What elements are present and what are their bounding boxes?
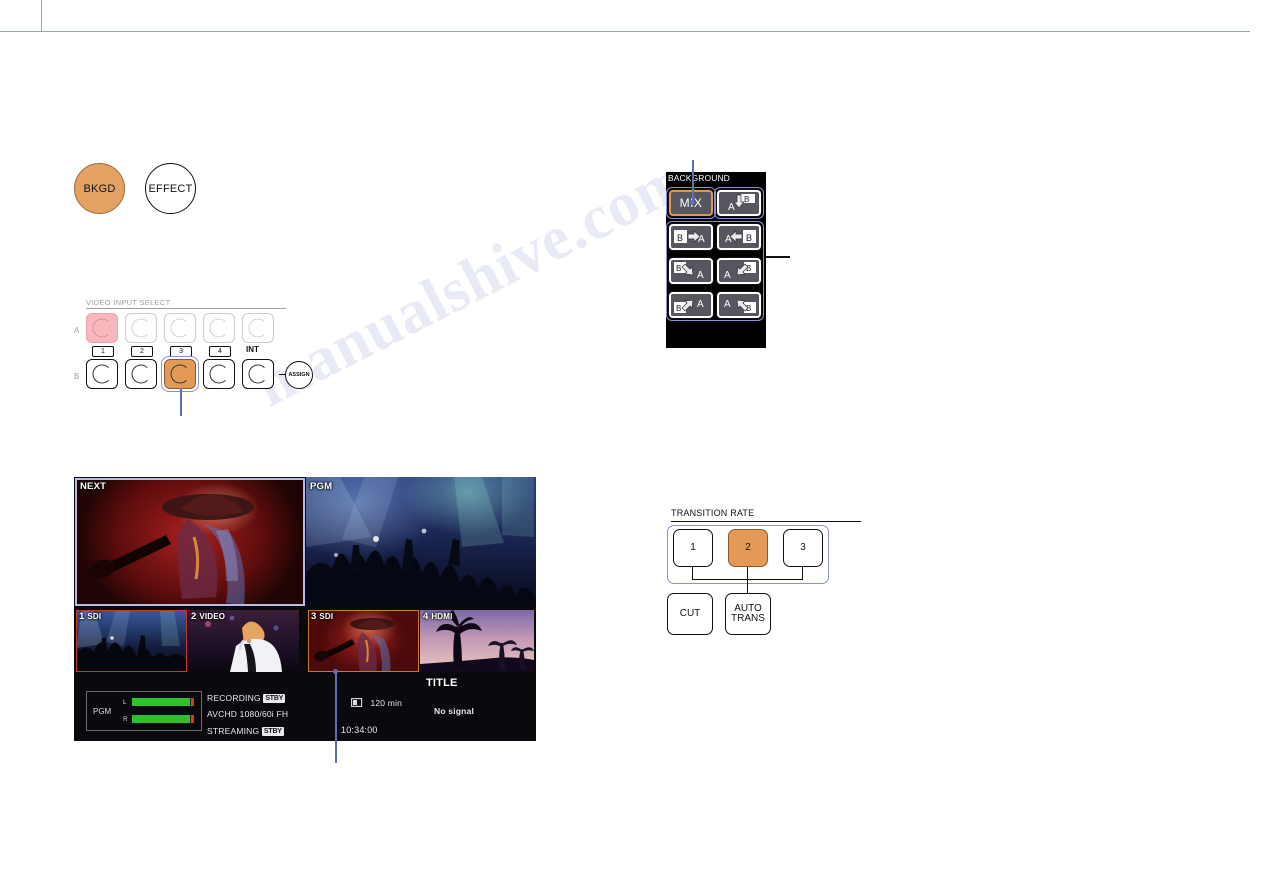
knob-icon — [131, 318, 151, 338]
pgm-preview-image — [306, 477, 536, 607]
transition-rate-panel: TRANSITION RATE 1 2 3 CUT AUTO TRANS — [667, 508, 867, 638]
knob-icon — [92, 318, 112, 338]
callout-dot-mix — [690, 200, 695, 205]
transition-rate-caption-rule — [671, 521, 861, 522]
auto-trans-button[interactable]: AUTO TRANS — [725, 593, 771, 635]
connector-rate2-to-auto — [747, 567, 749, 595]
input-b-2-button[interactable] — [125, 359, 157, 389]
clock-display: 10:34:00 — [341, 725, 378, 735]
thumbnail-3-label: 3 SDI — [311, 611, 333, 622]
header-rule-vertical — [41, 0, 42, 31]
pattern-wipe-top-ring — [714, 187, 764, 219]
row-b-label: B — [74, 372, 80, 381]
thumbnail-2-label: 2 VIDEO — [191, 611, 225, 622]
input-int-label: INT — [246, 345, 259, 354]
thumbnail-1-source: SDI — [87, 612, 102, 621]
input-a-4-button[interactable] — [203, 313, 235, 343]
background-panel-title: BACKGROUND — [668, 173, 730, 183]
battery-remaining: 120 min — [370, 698, 403, 708]
transition-rate-2-label: 2 — [745, 541, 751, 553]
knob-icon — [92, 364, 112, 384]
thumbnail-2-number: 2 — [191, 611, 197, 622]
transition-rate-3-label: 3 — [800, 541, 806, 553]
thumbnail-2-source: VIDEO — [199, 612, 226, 621]
input-number-label-4: 4 — [209, 346, 231, 357]
knob-icon — [170, 318, 190, 338]
multiviewer-screen: NEXT PGM 1 SDI 2 VIDEO 3 SDI 4 HDMI TITL… — [74, 477, 536, 741]
effect-button[interactable]: EFFECT — [145, 163, 196, 214]
transition-rate-3-button[interactable]: 3 — [783, 529, 823, 567]
auto-trans-label-line2: TRANS — [731, 613, 765, 624]
battery-status: 120 min — [351, 693, 402, 711]
streaming-badge: STBY — [261, 727, 284, 736]
battery-icon — [351, 698, 363, 707]
thumbnail-4-label: 4 HDMI — [423, 611, 453, 622]
knob-icon — [209, 364, 229, 384]
row-a-label: A — [74, 326, 80, 335]
input-a-2-button[interactable] — [125, 313, 157, 343]
thumbnail-1-number: 1 — [79, 611, 85, 622]
audio-meter-box: PGM L R — [86, 691, 202, 731]
thumbnail-4-number: 4 — [423, 611, 429, 622]
video-input-select-caption-rule — [86, 308, 286, 309]
effect-button-label: EFFECT — [148, 182, 193, 195]
assign-button-label: ASSIGN — [288, 372, 310, 378]
recording-badge: STBY — [263, 694, 286, 703]
input-number-label-1: 1 — [92, 346, 114, 357]
no-signal-status: No signal — [434, 706, 475, 716]
audio-meter-r-bar — [132, 715, 194, 723]
streaming-label: STREAMING — [207, 726, 260, 736]
knob-icon — [248, 364, 268, 384]
input-b-3-selection-ring — [161, 356, 199, 392]
knob-icon — [248, 318, 268, 338]
pattern-wipe-group-ring — [666, 221, 764, 321]
audio-meter-l-label: L — [123, 699, 127, 706]
next-preview-border — [75, 478, 305, 606]
manual-page: manualshive.com BKGD EFFECT VIDEO INPUT … — [0, 0, 1263, 893]
audio-meter-r-label: R — [123, 716, 128, 723]
cut-button[interactable]: CUT — [667, 593, 713, 635]
bkgd-button[interactable]: BKGD — [74, 163, 125, 214]
background-pattern-panel: BACKGROUND MIX A B B A A — [666, 172, 766, 348]
recording-status: RECORDING STBY — [207, 693, 286, 703]
pgm-label: PGM — [310, 481, 333, 492]
input-a-3-button[interactable] — [164, 313, 196, 343]
audio-meter-l-bar — [132, 698, 194, 706]
knob-icon — [209, 318, 229, 338]
input-b-4-button[interactable] — [203, 359, 235, 389]
thumbnail-1-label: 1 SDI — [79, 611, 101, 622]
transition-rate-caption: TRANSITION RATE — [671, 508, 755, 518]
recording-format: AVCHD 1080/60i FH — [207, 709, 289, 719]
cut-button-label: CUT — [679, 607, 701, 619]
transition-rate-2-button[interactable]: 2 — [728, 529, 768, 567]
video-input-select-caption: VIDEO INPUT SELECT — [86, 298, 171, 307]
knob-icon — [131, 364, 151, 384]
recording-label: RECORDING — [207, 693, 261, 703]
header-rule-horizontal — [0, 31, 1250, 32]
bkgd-button-label: BKGD — [83, 182, 116, 195]
input-a-int-button[interactable] — [242, 313, 274, 343]
callout-leader-input-b3 — [180, 388, 182, 416]
thumbnail-3-source: SDI — [319, 612, 334, 621]
callout-leader-thumbnail-3 — [335, 671, 337, 763]
transition-rate-1-label: 1 — [690, 541, 696, 553]
thumbnail-4-source: HDMI — [431, 612, 453, 621]
streaming-status: STREAMING STBY — [207, 726, 284, 736]
title-overlay-label: TITLE — [426, 677, 458, 689]
input-b-int-button[interactable] — [242, 359, 274, 389]
input-a-1-button[interactable] — [86, 313, 118, 343]
video-input-select-panel: VIDEO INPUT SELECT A B 1 2 3 4 INT ASSIG… — [74, 298, 319, 400]
thumbnail-3-number: 3 — [311, 611, 317, 622]
input-number-label-2: 2 — [131, 346, 153, 357]
input-b-1-button[interactable] — [86, 359, 118, 389]
callout-leader-mix — [692, 160, 694, 202]
audio-meter-pgm-label: PGM — [93, 707, 112, 716]
next-label: NEXT — [80, 481, 107, 492]
assign-button[interactable]: ASSIGN — [285, 361, 313, 389]
callout-leader-wipe-group — [766, 256, 790, 258]
transition-rate-1-button[interactable]: 1 — [673, 529, 713, 567]
